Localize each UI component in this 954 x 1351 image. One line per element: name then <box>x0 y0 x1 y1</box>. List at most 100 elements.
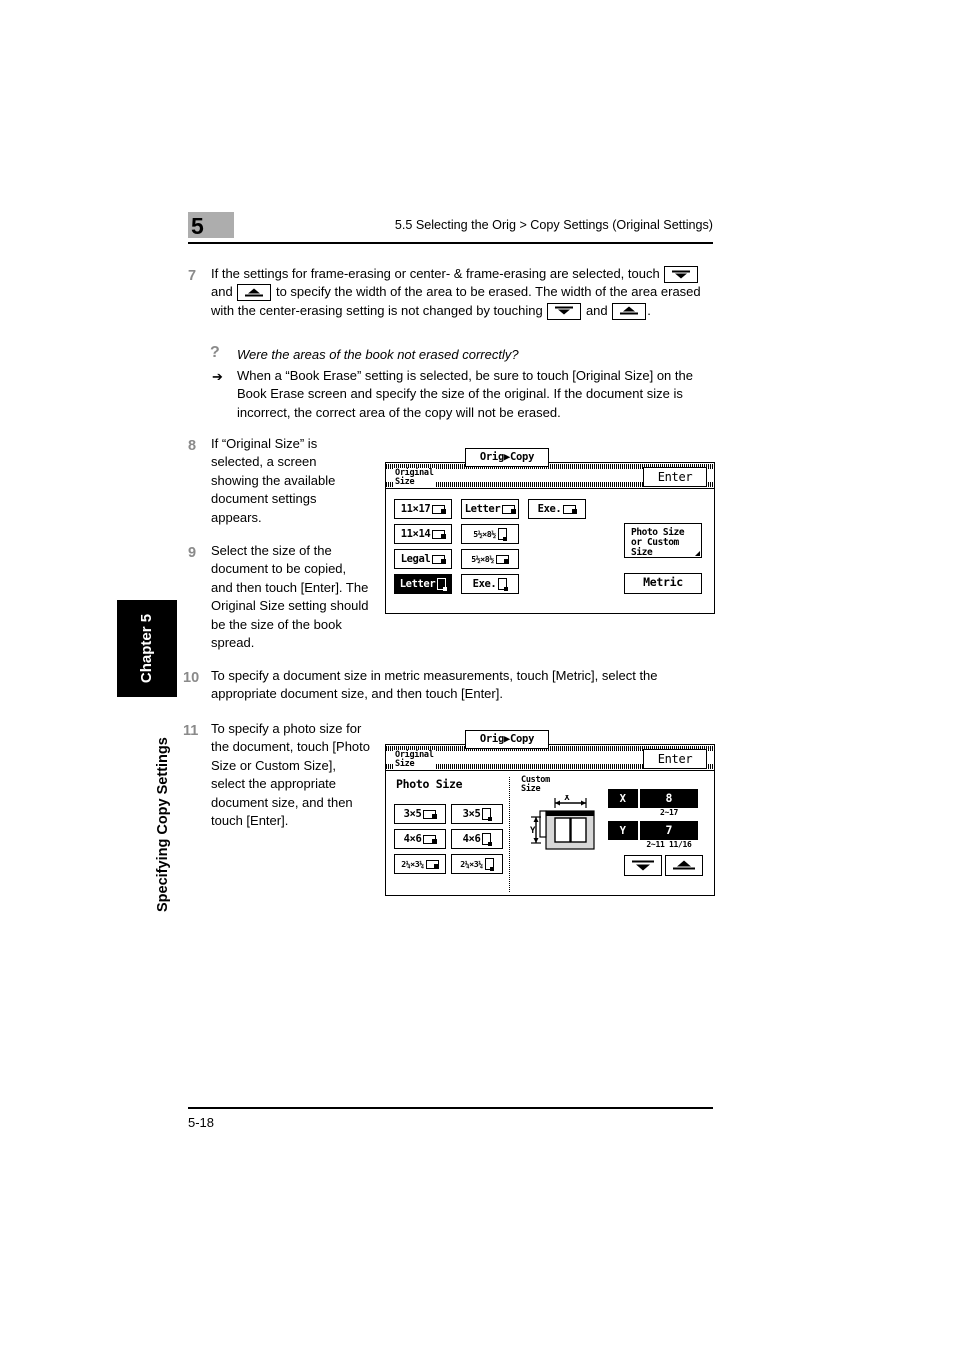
size-button-11x14[interactable]: 11×14 <box>394 524 452 544</box>
enter-button[interactable]: Enter <box>643 467 707 487</box>
sheet-landscape-icon <box>432 529 446 539</box>
photo-size-button-2quarter-x-3quarter-port[interactable]: 2¼×3¼ <box>451 854 503 874</box>
step-7-text-part5: . <box>647 302 651 318</box>
photo-size-label: 4×6 <box>462 832 481 845</box>
size-button-label: Letter <box>399 577 436 590</box>
y-value-display[interactable]: 7 <box>640 821 698 840</box>
size-button-label: Exe. <box>537 502 562 515</box>
photo-size-button-3x5-port[interactable]: 3×5 <box>451 804 503 824</box>
sheet-landscape-icon <box>425 859 440 869</box>
photo-size-label: 4×6 <box>403 832 422 845</box>
size-button-label: 5½×8½ <box>473 528 496 539</box>
sheet-portrait-icon <box>482 808 492 821</box>
x-dimension-row: X 8 2~17 <box>608 789 700 817</box>
sheet-landscape-icon <box>432 554 446 564</box>
page-number: 5-18 <box>188 1115 215 1130</box>
step-9-text: Select the size of the document to be co… <box>211 543 369 651</box>
size-button-label: Exe. <box>472 577 497 590</box>
y-axis-toggle-button[interactable]: Y <box>608 821 638 840</box>
custom-size-diagram: X Y <box>528 793 603 857</box>
sheet-landscape-icon <box>432 504 446 514</box>
metric-button[interactable]: Metric <box>624 573 702 594</box>
x-axis-toggle-button[interactable]: X <box>608 789 638 808</box>
svg-text:Y: Y <box>530 826 536 836</box>
decrease-value-button[interactable] <box>624 855 662 876</box>
sidebar-section-label: Specifying Copy Settings <box>155 737 171 912</box>
size-button-exe-land[interactable]: Exe. <box>528 499 586 519</box>
size-button-11x17[interactable]: 11×17 <box>394 499 452 519</box>
qa-answer-text: When a “Book Erase” setting is selected,… <box>237 368 693 420</box>
size-button-5half-x-8half-land[interactable]: 5½×8½ <box>461 549 519 569</box>
question-mark-icon: ? <box>210 344 220 361</box>
step-7-text-part4: and <box>585 302 608 318</box>
chapter-number: 5 <box>191 213 204 239</box>
sheet-landscape-icon <box>423 809 437 819</box>
photo-size-button-4x6-land[interactable]: 4×6 <box>394 829 446 849</box>
step-11-text: To specify a photo size for the document… <box>211 721 370 829</box>
sidebar-chapter-label: Chapter 5 <box>138 613 155 684</box>
step-9-number: 9 <box>188 545 197 561</box>
step-10-number: 10 <box>183 670 200 686</box>
sheet-portrait-icon <box>437 578 447 591</box>
custom-size-label-line2: Size <box>521 784 541 794</box>
photo-size-button-2quarter-x-3quarter-land[interactable]: 2¼×3¼ <box>394 854 446 874</box>
photo-custom-size-screen-illustration: Orig▶Copy Original Size Enter Photo Size… <box>385 730 715 896</box>
y-range-label: 2~11 11/16 <box>646 840 692 849</box>
increase-value-button[interactable] <box>665 855 703 876</box>
screen2-titlebar: Original Size Enter <box>386 745 714 771</box>
photo-size-label: 2¼×3¼ <box>460 858 483 869</box>
sheet-portrait-icon <box>498 578 508 591</box>
corner-marker-icon <box>695 551 700 556</box>
qa-question-text: Were the areas of the book not erased co… <box>237 347 519 362</box>
sheet-portrait-icon <box>497 528 508 541</box>
down-arrow-icon <box>664 266 699 283</box>
screen2-frame: Original Size Enter Photo Size Custom Si… <box>385 744 715 896</box>
orig-copy-tab[interactable]: Orig▶Copy <box>465 448 549 467</box>
photo-size-button-3x5-land[interactable]: 3×5 <box>394 804 446 824</box>
x-value-display[interactable]: 8 <box>640 789 698 808</box>
sheet-landscape-icon <box>502 504 516 514</box>
sheet-landscape-icon <box>563 504 577 514</box>
size-button-letter-land[interactable]: Letter <box>461 499 519 519</box>
metric-button-label: Metric <box>643 575 683 589</box>
sheet-portrait-icon <box>482 833 492 846</box>
screen2-title-line2: Size <box>395 758 415 769</box>
y-dimension-row: Y 7 2~11 11/16 <box>608 821 700 849</box>
original-size-screen-illustration: Orig▶Copy Original Size Enter 11×17 Lett… <box>385 448 715 614</box>
screen1-titlebar: Original Size Enter <box>386 463 714 489</box>
step-7-text: If the settings for frame-erasing or cen… <box>211 265 713 320</box>
size-button-letter-port-selected[interactable]: Letter <box>394 574 452 594</box>
sheet-landscape-icon <box>423 834 437 844</box>
size-button-exe-port[interactable]: Exe. <box>461 574 519 594</box>
photo-size-label: 3×5 <box>403 807 422 820</box>
up-arrow-icon <box>673 860 695 871</box>
photo-size-button-4x6-port[interactable]: 4×6 <box>451 829 503 849</box>
custom-size-section-label: Custom Size <box>521 776 550 794</box>
custom-size-diagram-svg: X Y <box>530 793 595 850</box>
page-header: 5 5.5 Selecting the Orig > Copy Settings… <box>188 212 713 246</box>
orig-copy-tab[interactable]: Orig▶Copy <box>465 730 549 749</box>
photo-size-label: 2¼×3¼ <box>401 858 424 869</box>
up-arrow-icon <box>612 302 647 320</box>
footer-divider <box>188 1107 713 1109</box>
y-tag-label: Y <box>619 825 627 837</box>
size-button-label: 11×17 <box>400 502 431 515</box>
size-button-5half-x-8half-port[interactable]: 5½×8½ <box>461 524 519 544</box>
photo-size-section-label: Photo Size <box>396 777 463 791</box>
screen2-title: Original Size <box>393 750 436 769</box>
up-arrow-icon <box>237 284 272 302</box>
step-11-number: 11 <box>183 723 199 739</box>
screen1-title: Original Size <box>393 468 436 487</box>
size-button-legal[interactable]: Legal <box>394 549 452 569</box>
step-8-number: 8 <box>188 438 197 454</box>
size-button-label: Legal <box>400 552 431 565</box>
step-10-text: To specify a document size in metric mea… <box>211 668 658 702</box>
screen1-frame: Original Size Enter 11×17 Letter Exe. 11… <box>385 462 715 614</box>
photo-size-label: 3×5 <box>462 807 481 820</box>
qa-question-row: ? Were the areas of the book not erased … <box>210 344 715 365</box>
down-arrow-icon <box>547 302 582 320</box>
header-divider <box>188 242 713 244</box>
enter-button[interactable]: Enter <box>643 749 707 769</box>
photo-size-or-custom-size-button[interactable]: Photo Size or Custom Size <box>624 523 702 558</box>
step-7-text-part1: If the settings for frame-erasing or cen… <box>211 266 660 281</box>
